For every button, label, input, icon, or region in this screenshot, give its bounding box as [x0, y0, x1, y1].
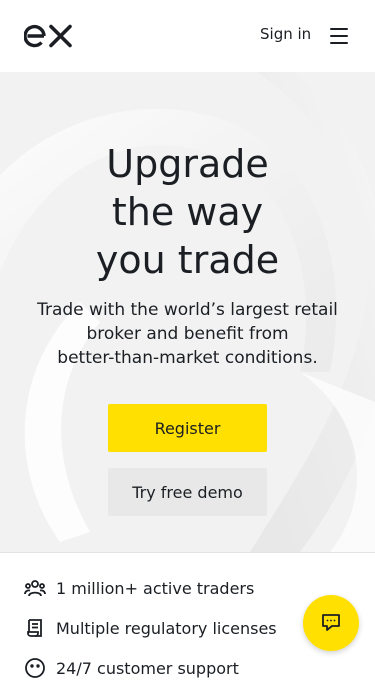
- hamburger-icon[interactable]: [330, 28, 348, 44]
- license-icon: [24, 617, 46, 639]
- try-demo-button[interactable]: Try free demo: [108, 468, 267, 516]
- hero-subtitle-line: Trade with the world’s largest retail: [37, 300, 338, 320]
- header: Sign in: [0, 0, 375, 72]
- feature-label: 24/7 customer support: [56, 658, 239, 678]
- register-button[interactable]: Register: [108, 404, 267, 452]
- logo-icon: [23, 24, 72, 48]
- hero-title-line: you trade: [95, 238, 280, 282]
- hero-title-line: Upgrade: [106, 142, 269, 186]
- hero-title: Upgrade the way you trade: [0, 140, 375, 284]
- logo[interactable]: [23, 23, 72, 53]
- feature-label: Multiple regulatory licenses: [56, 618, 277, 638]
- chat-button[interactable]: [303, 595, 359, 651]
- hero-subtitle-line: broker and benefit from: [86, 324, 289, 344]
- feature-item: 1 million+ active traders: [24, 576, 254, 600]
- hero-title-line: the way: [111, 190, 264, 234]
- support-icon: [24, 657, 46, 679]
- hero-section: Upgrade the way you trade Trade with the…: [0, 72, 375, 552]
- feature-item: Multiple regulatory licenses: [24, 616, 277, 640]
- hero-subtitle-line: better-than-market conditions.: [57, 348, 318, 368]
- chat-icon: [320, 611, 342, 636]
- hero-subtitle: Trade with the world’s largest retail br…: [30, 298, 345, 370]
- sign-in-link[interactable]: Sign in: [260, 25, 311, 43]
- users-icon: [24, 577, 46, 599]
- feature-label: 1 million+ active traders: [56, 578, 255, 598]
- feature-item: 24/7 customer support: [24, 656, 239, 680]
